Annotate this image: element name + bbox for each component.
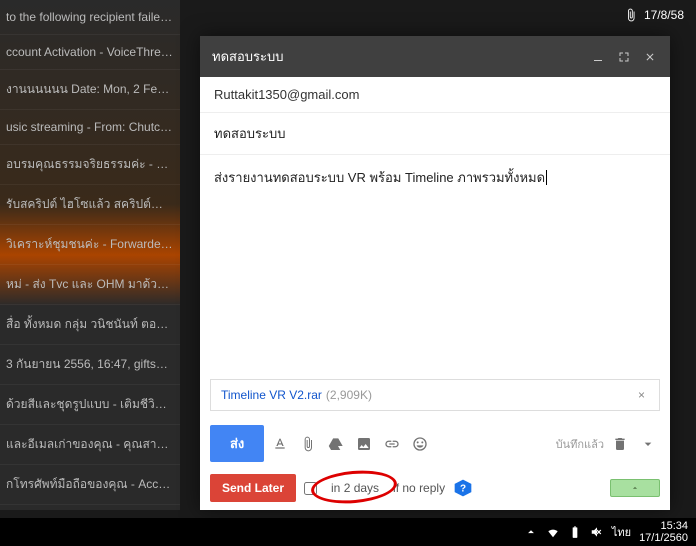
schedule-dropdown[interactable]: in 2 days (325, 479, 385, 497)
tray-up-icon[interactable] (524, 525, 538, 539)
wifi-icon[interactable] (546, 525, 560, 539)
battery-icon[interactable] (568, 525, 582, 539)
system-clock[interactable]: 15:34 17/1/2560 (639, 520, 688, 544)
svg-text:?: ? (460, 483, 466, 494)
to-field[interactable]: Ruttakit1350@gmail.com (200, 77, 670, 113)
attachment-name: Timeline VR V2.rar (221, 388, 322, 402)
list-item[interactable]: อบรมคุณธรรมจริยธรรมค่ะ - From: su (0, 145, 180, 185)
list-item[interactable]: รับสคริปต์ ไฮโซแล้ว สคริปต์ทำมาในฟ (0, 185, 180, 225)
insert-photo-icon[interactable] (352, 432, 376, 456)
schedule-value: in 2 days (331, 481, 379, 495)
list-item[interactable]: กโทรศัพท์มือถือของคุณ - Access Gm (0, 465, 180, 505)
attach-file-icon[interactable] (296, 432, 320, 456)
compose-titlebar[interactable]: ทดสอบระบบ (200, 36, 670, 77)
list-item[interactable]: ด้วยสีและชุดรูปแบบ - เติมชีวิตชีวาให้ก (0, 385, 180, 425)
insert-emoji-icon[interactable] (408, 432, 432, 456)
message-body[interactable]: ส่งรายงานทดสอบระบบ VR พร้อม Timeline ภาพ… (200, 155, 670, 371)
boomerang-toggle[interactable] (610, 479, 660, 497)
list-item[interactable]: 3 กันยายน 2556, 16:47, giftsdu <gi (0, 345, 180, 385)
format-text-icon[interactable] (268, 432, 292, 456)
windows-taskbar[interactable]: ไทย 15:34 17/1/2560 (0, 518, 696, 546)
list-item[interactable]: และอีเมลเก่าของคุณ - คุณสามารถน่า (0, 425, 180, 465)
send-button[interactable]: ส่ง (210, 425, 264, 462)
list-item[interactable]: สื่อ ทั้งหมด กลุ่ม วนิชนันท์ ตอนเรียน B (0, 305, 180, 345)
discard-draft-icon[interactable] (608, 432, 632, 456)
help-icon[interactable]: ? (453, 478, 473, 498)
clock-time: 15:34 (639, 520, 688, 532)
minimize-icon[interactable] (590, 49, 606, 65)
list-item[interactable]: to the following recipient failed perman… (0, 0, 180, 35)
more-options-icon[interactable] (636, 432, 660, 456)
remind-dropdown[interactable]: if no reply (393, 481, 445, 495)
list-item[interactable]: usic streaming - From: Chutchawa (0, 110, 180, 145)
volume-icon[interactable] (590, 525, 604, 539)
saved-label: บันทึกแล้ว (556, 435, 604, 453)
body-text: ส่งรายงานทดสอบระบบ VR พร้อม Timeline ภาพ… (214, 170, 547, 185)
list-item[interactable]: งานนนนนน Date: Mon, 2 Feb 201 (0, 70, 180, 110)
schedule-checkbox[interactable] (304, 482, 317, 495)
language-indicator[interactable]: ไทย (612, 523, 631, 541)
boomerang-bar: Send Later in 2 days if no reply ? (200, 468, 670, 510)
remove-attachment-icon[interactable]: × (634, 388, 649, 402)
insert-link-icon[interactable] (380, 432, 404, 456)
inbox-background: to the following recipient failed perman… (0, 0, 180, 510)
message-date-chip: 17/8/58 (624, 8, 684, 22)
subject-field[interactable]: ทดสอบระบบ (200, 113, 670, 155)
close-icon[interactable] (642, 49, 658, 65)
paperclip-icon (624, 8, 638, 22)
compose-toolbar: ส่ง บันทึกแล้ว (200, 419, 670, 468)
clock-date: 17/1/2560 (639, 532, 688, 544)
expand-icon[interactable] (616, 49, 632, 65)
send-later-button[interactable]: Send Later (210, 474, 296, 502)
attachment-size: (2,909K) (326, 388, 634, 402)
list-item[interactable]: หม่ - ส่ง Tvc และ OHM มาด้วยคะ จะด (0, 265, 180, 305)
list-item[interactable]: วิเคราะห์ชุมชนค่ะ - Forwarded mess (0, 225, 180, 265)
compose-title: ทดสอบระบบ (212, 46, 580, 67)
attachment-chip[interactable]: Timeline VR V2.rar (2,909K) × (210, 379, 660, 411)
list-item[interactable]: ccount Activation - VoiceThread Vo (0, 35, 180, 70)
compose-window: ทดสอบระบบ Ruttakit1350@gmail.com ทดสอบระ… (200, 36, 670, 510)
date-text: 17/8/58 (644, 8, 684, 22)
insert-drive-icon[interactable] (324, 432, 348, 456)
